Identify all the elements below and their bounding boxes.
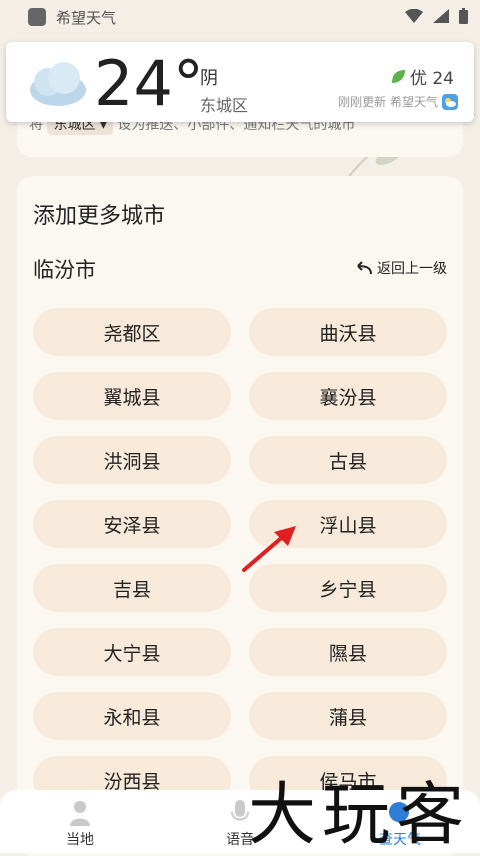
nav-local-label: 当地 (66, 832, 94, 848)
update-text: 刚刚更新 希望天气 (338, 95, 438, 109)
status-bar: 希望天气 (0, 0, 480, 34)
add-city-panel: 添加更多城市 临汾市 返回上一级 尧都区 曲沃县 翼城县 襄汾县 洪洞县 古县 … (17, 176, 463, 856)
nav-local[interactable]: 当地 (0, 790, 160, 853)
back-up-level-label: 返回上一级 (377, 261, 447, 277)
county-item[interactable]: 永和县 (33, 692, 231, 740)
app-logo-icon (442, 93, 458, 110)
site-watermark: 大玩客 (248, 776, 471, 855)
back-up-level-button[interactable]: 返回上一级 (355, 258, 447, 278)
weather-condition: 阴 (200, 68, 218, 89)
leaf-icon (391, 69, 405, 83)
county-item[interactable]: 翼城县 (33, 372, 231, 420)
microphone-icon (231, 800, 249, 821)
county-item[interactable]: 吉县 (33, 564, 231, 612)
app-icon (28, 8, 46, 26)
red-arrow-annotation-icon (242, 526, 296, 572)
county-item[interactable]: 襄汾县 (249, 372, 447, 420)
county-item[interactable]: 洪洞县 (33, 436, 231, 484)
current-weather-card[interactable]: 24° 阴 东城区 优 24 刚刚更新 希望天气 (6, 42, 474, 122)
signal-icon (433, 9, 449, 23)
undo-arrow-icon (357, 261, 372, 275)
air-quality-badge[interactable]: 优 24 (390, 64, 454, 89)
county-item[interactable]: 尧都区 (33, 308, 231, 356)
county-item[interactable]: 曲沃县 (249, 308, 447, 356)
update-status: 刚刚更新 希望天气 (338, 93, 458, 110)
battery-icon (459, 8, 468, 24)
county-item[interactable]: 大宁县 (33, 628, 231, 676)
district-name: 东城区 (200, 96, 249, 115)
cloudy-icon (30, 62, 86, 106)
county-item[interactable]: 蒲县 (249, 692, 447, 740)
wifi-icon (405, 9, 423, 23)
county-item[interactable]: 古县 (249, 436, 447, 484)
person-icon (70, 801, 90, 826)
status-app-name: 希望天气 (56, 8, 117, 27)
county-item[interactable]: 安泽县 (33, 500, 231, 548)
temperature-value: 24° (94, 47, 204, 120)
county-item[interactable]: 隰县 (249, 628, 447, 676)
current-city-title: 临汾市 (33, 258, 96, 282)
air-quality-label: 优 24 (409, 69, 454, 89)
panel-title: 添加更多城市 (33, 204, 166, 229)
